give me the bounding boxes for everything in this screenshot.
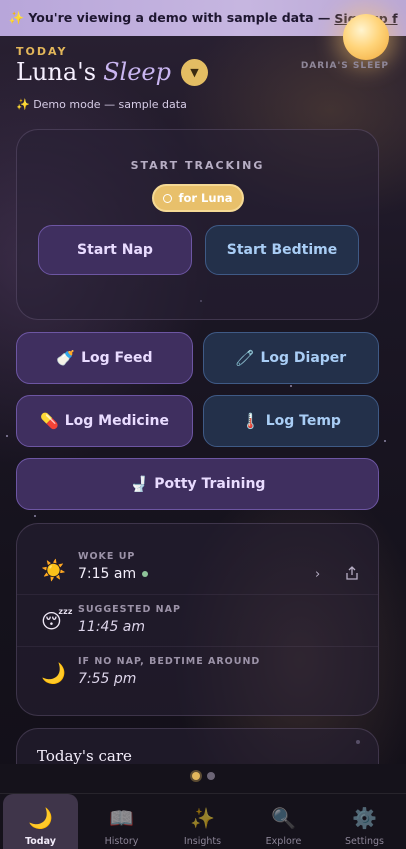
potty-training-button[interactable]: 🚽 Potty Training (16, 458, 379, 510)
suggested-nap-label: SUGGESTED NAP (78, 604, 181, 615)
bedtime-label: IF NO NAP, BEDTIME AROUND (78, 656, 261, 667)
start-bedtime-button[interactable]: Start Bedtime (205, 225, 359, 275)
share-icon[interactable] (345, 566, 359, 580)
demo-banner-text: ✨ You're viewing a demo with sample data… (8, 10, 331, 25)
gear-icon: ⚙️ (352, 806, 377, 830)
moon-icon: 🌙 (28, 806, 53, 830)
star (34, 515, 36, 517)
tab-bar: 🌙 Today 📖 History ✨ Insights 🔍 Explore ⚙… (0, 793, 406, 849)
sun-icon (343, 14, 389, 60)
book-icon: 📖 (109, 806, 134, 830)
suggested-nap-value: 11:45 am (78, 619, 146, 635)
tab-explore[interactable]: 🔍 Explore (243, 794, 324, 849)
woke-up-row[interactable]: ☀️ WOKE UP 7:15 am › (17, 546, 378, 598)
status-dot-icon (142, 571, 149, 577)
toilet-icon: 🚽 (129, 475, 149, 493)
tab-today[interactable]: 🌙 Today (3, 794, 78, 849)
log-feed-button[interactable]: 🍼 Log Feed (16, 332, 193, 384)
title-sleep-word: Sleep (103, 58, 171, 86)
bedtime-row: 🌙 IF NO NAP, BEDTIME AROUND 7:55 pm (17, 646, 378, 698)
log-feed-label: Log Feed (81, 350, 153, 366)
child-pill-label: for Luna (178, 191, 233, 205)
tab-settings[interactable]: ⚙️ Settings (324, 794, 405, 849)
page-title: Luna's Sleep ▼ (16, 58, 208, 86)
sun-icon: ☀️ (41, 558, 66, 582)
tab-insights-label: Insights (183, 836, 222, 847)
potty-training-label: Potty Training (154, 476, 266, 492)
page-dot[interactable] (206, 772, 215, 780)
tab-today-label: Today (25, 836, 56, 847)
tab-settings-label: Settings (345, 836, 384, 847)
log-temp-label: Log Temp (265, 413, 341, 429)
suggested-nap-row: 😴 SUGGESTED NAP 11:45 am (17, 594, 378, 646)
baby-bottle-icon: 🍼 (56, 349, 76, 367)
other-child-link[interactable]: DARIA'S SLEEP (301, 61, 389, 71)
log-diaper-button[interactable]: 🧷 Log Diaper (203, 332, 379, 384)
star (290, 385, 292, 387)
page-indicator (0, 772, 406, 780)
tab-history[interactable]: 📖 History (81, 794, 162, 849)
demo-mode-note: ✨ Demo mode — sample data (16, 98, 187, 111)
radio-dot-icon (163, 193, 173, 203)
moon-icon: 🌙 (41, 661, 66, 685)
woke-up-label: WOKE UP (78, 551, 136, 562)
start-nap-button[interactable]: Start Nap (38, 225, 192, 275)
woke-up-value: 7:15 am (78, 566, 149, 582)
tab-explore-label: Explore (265, 836, 302, 847)
woke-up-time: 7:15 am (78, 566, 137, 582)
log-medicine-label: Log Medicine (64, 413, 169, 429)
tab-insights[interactable]: ✨ Insights (162, 794, 243, 849)
magnifier-icon: 🔍 (271, 806, 296, 830)
log-temp-button[interactable]: 🌡️ Log Temp (203, 395, 379, 447)
title-child-name: Luna's (16, 58, 97, 86)
start-tracking-label: START TRACKING (130, 159, 265, 172)
chevron-right-icon[interactable]: › (315, 567, 320, 582)
log-diaper-label: Log Diaper (260, 350, 347, 366)
child-switcher-button[interactable]: ▼ (180, 58, 208, 86)
todays-care-title: Today's care (37, 747, 132, 765)
thermometer-icon: 🌡️ (241, 412, 260, 430)
chevron-down-icon: ▼ (190, 65, 199, 79)
log-medicine-button[interactable]: 💊 Log Medicine (16, 395, 193, 447)
star (6, 435, 8, 437)
safety-pin-icon: 🧷 (235, 349, 255, 367)
sparkles-icon: ✨ (190, 806, 215, 830)
page-dot-active[interactable] (191, 772, 200, 780)
today-label: TODAY (16, 45, 68, 58)
pill-icon: 💊 (40, 412, 59, 430)
start-tracking-card: START TRACKING for Luna Start Nap Start … (16, 129, 379, 320)
sleeping-face-icon: 😴 (41, 609, 74, 633)
child-pill[interactable]: for Luna (152, 184, 244, 212)
sleep-summary-card: ☀️ WOKE UP 7:15 am › 😴 SUGGESTED NAP 11:… (16, 523, 379, 716)
tab-history-label: History (104, 836, 139, 847)
star (384, 440, 386, 442)
bedtime-value: 7:55 pm (78, 671, 137, 687)
